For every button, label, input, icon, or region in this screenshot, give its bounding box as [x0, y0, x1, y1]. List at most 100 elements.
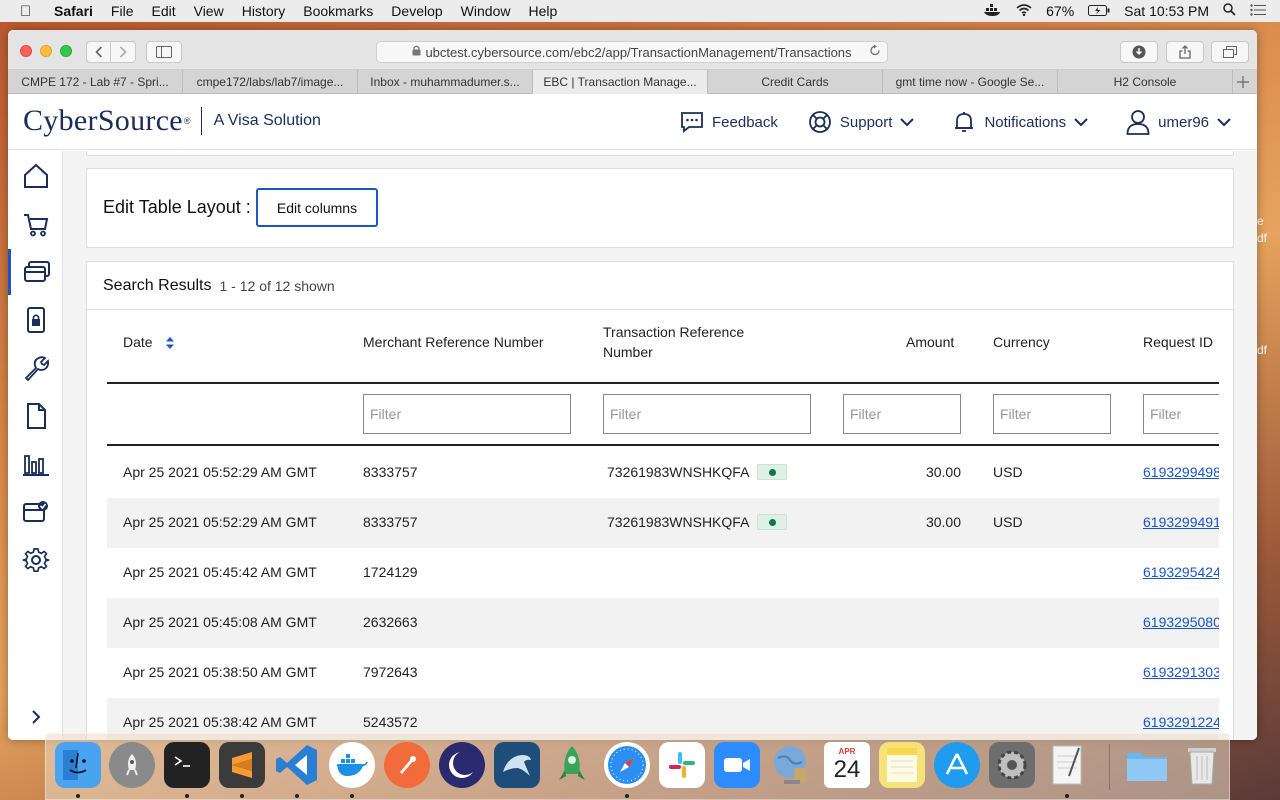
dock-sublime-text[interactable]: [219, 742, 265, 788]
browser-tab-active[interactable]: EBC | Transaction Manage...: [533, 70, 708, 94]
dock-vscode[interactable]: [274, 742, 320, 788]
address-bar[interactable]: ubctest.cybersource.com/ebc2/app/Transac…: [376, 41, 888, 63]
nav-reports[interactable]: [8, 441, 63, 487]
notifications-menu[interactable]: Notifications: [952, 110, 1096, 134]
cybersource-logo[interactable]: CyberSource ® A Visa Solution: [23, 104, 321, 138]
col-amount-header[interactable]: Amount: [906, 332, 954, 352]
browser-tab[interactable]: Inbox - muhammadumer.s...: [358, 70, 533, 94]
request-id-link[interactable]: 6193295424: [1143, 564, 1219, 580]
dock-postman[interactable]: [384, 742, 430, 788]
request-id-link[interactable]: 6193291224: [1143, 714, 1219, 730]
request-id-link[interactable]: 6193291303: [1143, 664, 1219, 680]
zoom-window-button[interactable]: [60, 45, 72, 57]
dock-zoom[interactable]: [714, 742, 760, 788]
notification-center-icon[interactable]: [1250, 3, 1266, 19]
menu-bookmarks[interactable]: Bookmarks: [303, 3, 373, 19]
menu-history[interactable]: History: [242, 3, 286, 19]
close-window-button[interactable]: [20, 45, 32, 57]
table-row[interactable]: Apr 25 2021 05:38:50 AM GMT 7972643 6193…: [107, 648, 1219, 698]
browser-tab[interactable]: Credit Cards: [708, 70, 883, 94]
dock-eclipse[interactable]: [439, 742, 485, 788]
dock-finder[interactable]: [55, 742, 101, 788]
tab-overview-button[interactable]: [1211, 41, 1249, 63]
nav-token-management[interactable]: [8, 297, 63, 343]
spotlight-search-icon[interactable]: [1223, 3, 1236, 19]
support-menu[interactable]: Support: [808, 110, 923, 134]
table-row[interactable]: Apr 25 2021 05:52:29 AM GMT 8333757 7326…: [107, 448, 1219, 498]
amount-filter[interactable]: Filter: [843, 394, 961, 434]
dock-terminal[interactable]: [164, 742, 210, 788]
txn-ref-filter[interactable]: Filter: [603, 394, 811, 434]
browser-tab[interactable]: gmt time now - Google Se...: [883, 70, 1058, 94]
merchant-ref-filter[interactable]: Filter: [363, 394, 571, 434]
menu-window[interactable]: Window: [461, 3, 511, 19]
nav-tools[interactable]: [8, 345, 63, 391]
dock-network-utility[interactable]: [769, 742, 815, 788]
wifi-icon[interactable]: [1016, 3, 1032, 19]
nav-commerce[interactable]: [8, 201, 63, 247]
sidebar-toggle-button[interactable]: [146, 41, 182, 63]
feedback-label: Feedback: [712, 113, 778, 131]
reload-icon[interactable]: [869, 44, 881, 60]
dock-textedit[interactable]: [1044, 742, 1090, 788]
mac-menubar:  Safari File Edit View History Bookmark…: [0, 0, 1280, 22]
docker-status-icon[interactable]: [984, 3, 1002, 19]
battery-percent[interactable]: 67%: [1046, 3, 1074, 19]
table-row[interactable]: Apr 25 2021 05:45:08 AM GMT 2632663 6193…: [107, 598, 1219, 648]
running-indicator: [185, 794, 189, 798]
expand-sidebar-button[interactable]: [8, 709, 63, 730]
browser-tab[interactable]: cmpe172/labs/lab7/image...: [183, 70, 358, 94]
menu-develop[interactable]: Develop: [391, 3, 442, 19]
table-row[interactable]: Apr 25 2021 05:52:29 AM GMT 8333757 7326…: [107, 498, 1219, 548]
currency-filter[interactable]: Filter: [993, 394, 1111, 434]
running-indicator: [1065, 794, 1069, 798]
dock-slack[interactable]: [659, 742, 705, 788]
dock-system-preferences[interactable]: [989, 742, 1035, 788]
dock-calendar[interactable]: APR 24: [824, 742, 870, 788]
back-button[interactable]: [86, 41, 111, 63]
dock-downloads-folder[interactable]: [1124, 742, 1170, 788]
nav-transactions[interactable]: [8, 249, 63, 295]
user-menu[interactable]: umer96: [1126, 109, 1239, 135]
battery-icon[interactable]: [1088, 3, 1110, 19]
col-date-header[interactable]: Date: [123, 332, 175, 352]
forward-button[interactable]: [111, 41, 136, 63]
col-txn-ref-header[interactable]: Transaction Reference Number: [603, 322, 783, 362]
minimize-window-button[interactable]: [40, 45, 52, 57]
clock[interactable]: Sat 10:53 PM: [1124, 3, 1209, 19]
browser-tab[interactable]: CMPE 172 - Lab #7 - Spri...: [8, 70, 183, 94]
menu-edit[interactable]: Edit: [151, 3, 175, 19]
downloads-button[interactable]: [1120, 41, 1158, 63]
menu-file[interactable]: File: [111, 3, 134, 19]
col-request-id-header[interactable]: Request ID: [1143, 332, 1213, 352]
dock-git-tower[interactable]: [549, 742, 595, 788]
table-row[interactable]: Apr 25 2021 05:45:42 AM GMT 1724129 6193…: [107, 548, 1219, 598]
request-id-link[interactable]: 6193299491: [1143, 514, 1219, 530]
share-button[interactable]: [1166, 41, 1204, 63]
dock-notes[interactable]: [879, 742, 925, 788]
nav-decision-manager[interactable]: [8, 489, 63, 535]
col-merchant-ref-header[interactable]: Merchant Reference Number: [363, 332, 544, 352]
col-currency-header[interactable]: Currency: [993, 332, 1050, 352]
feedback-link[interactable]: Feedback: [680, 110, 778, 134]
request-id-link[interactable]: 6193295080: [1143, 614, 1219, 630]
sort-icon[interactable]: [166, 337, 175, 350]
nav-settings[interactable]: [8, 537, 63, 583]
new-tab-button[interactable]: [1233, 70, 1257, 93]
dock-safari[interactable]: [604, 742, 650, 788]
dock-trash[interactable]: [1179, 742, 1225, 788]
dock-app-store[interactable]: [934, 742, 980, 788]
menu-help[interactable]: Help: [528, 3, 557, 19]
request-id-filter[interactable]: Filter: [1143, 394, 1219, 434]
dock-launchpad[interactable]: [109, 742, 155, 788]
nav-home[interactable]: [8, 153, 63, 199]
nav-documents[interactable]: [8, 393, 63, 439]
dock-mysql-workbench[interactable]: [494, 742, 540, 788]
menu-app[interactable]: Safari: [54, 3, 93, 19]
dock-docker[interactable]: [329, 742, 375, 788]
apple-icon[interactable]: : [20, 3, 38, 20]
request-id-link[interactable]: 6193299498: [1143, 464, 1219, 480]
edit-columns-button[interactable]: Edit columns: [256, 188, 378, 227]
browser-tab[interactable]: H2 Console: [1058, 70, 1233, 94]
menu-view[interactable]: View: [194, 3, 224, 19]
